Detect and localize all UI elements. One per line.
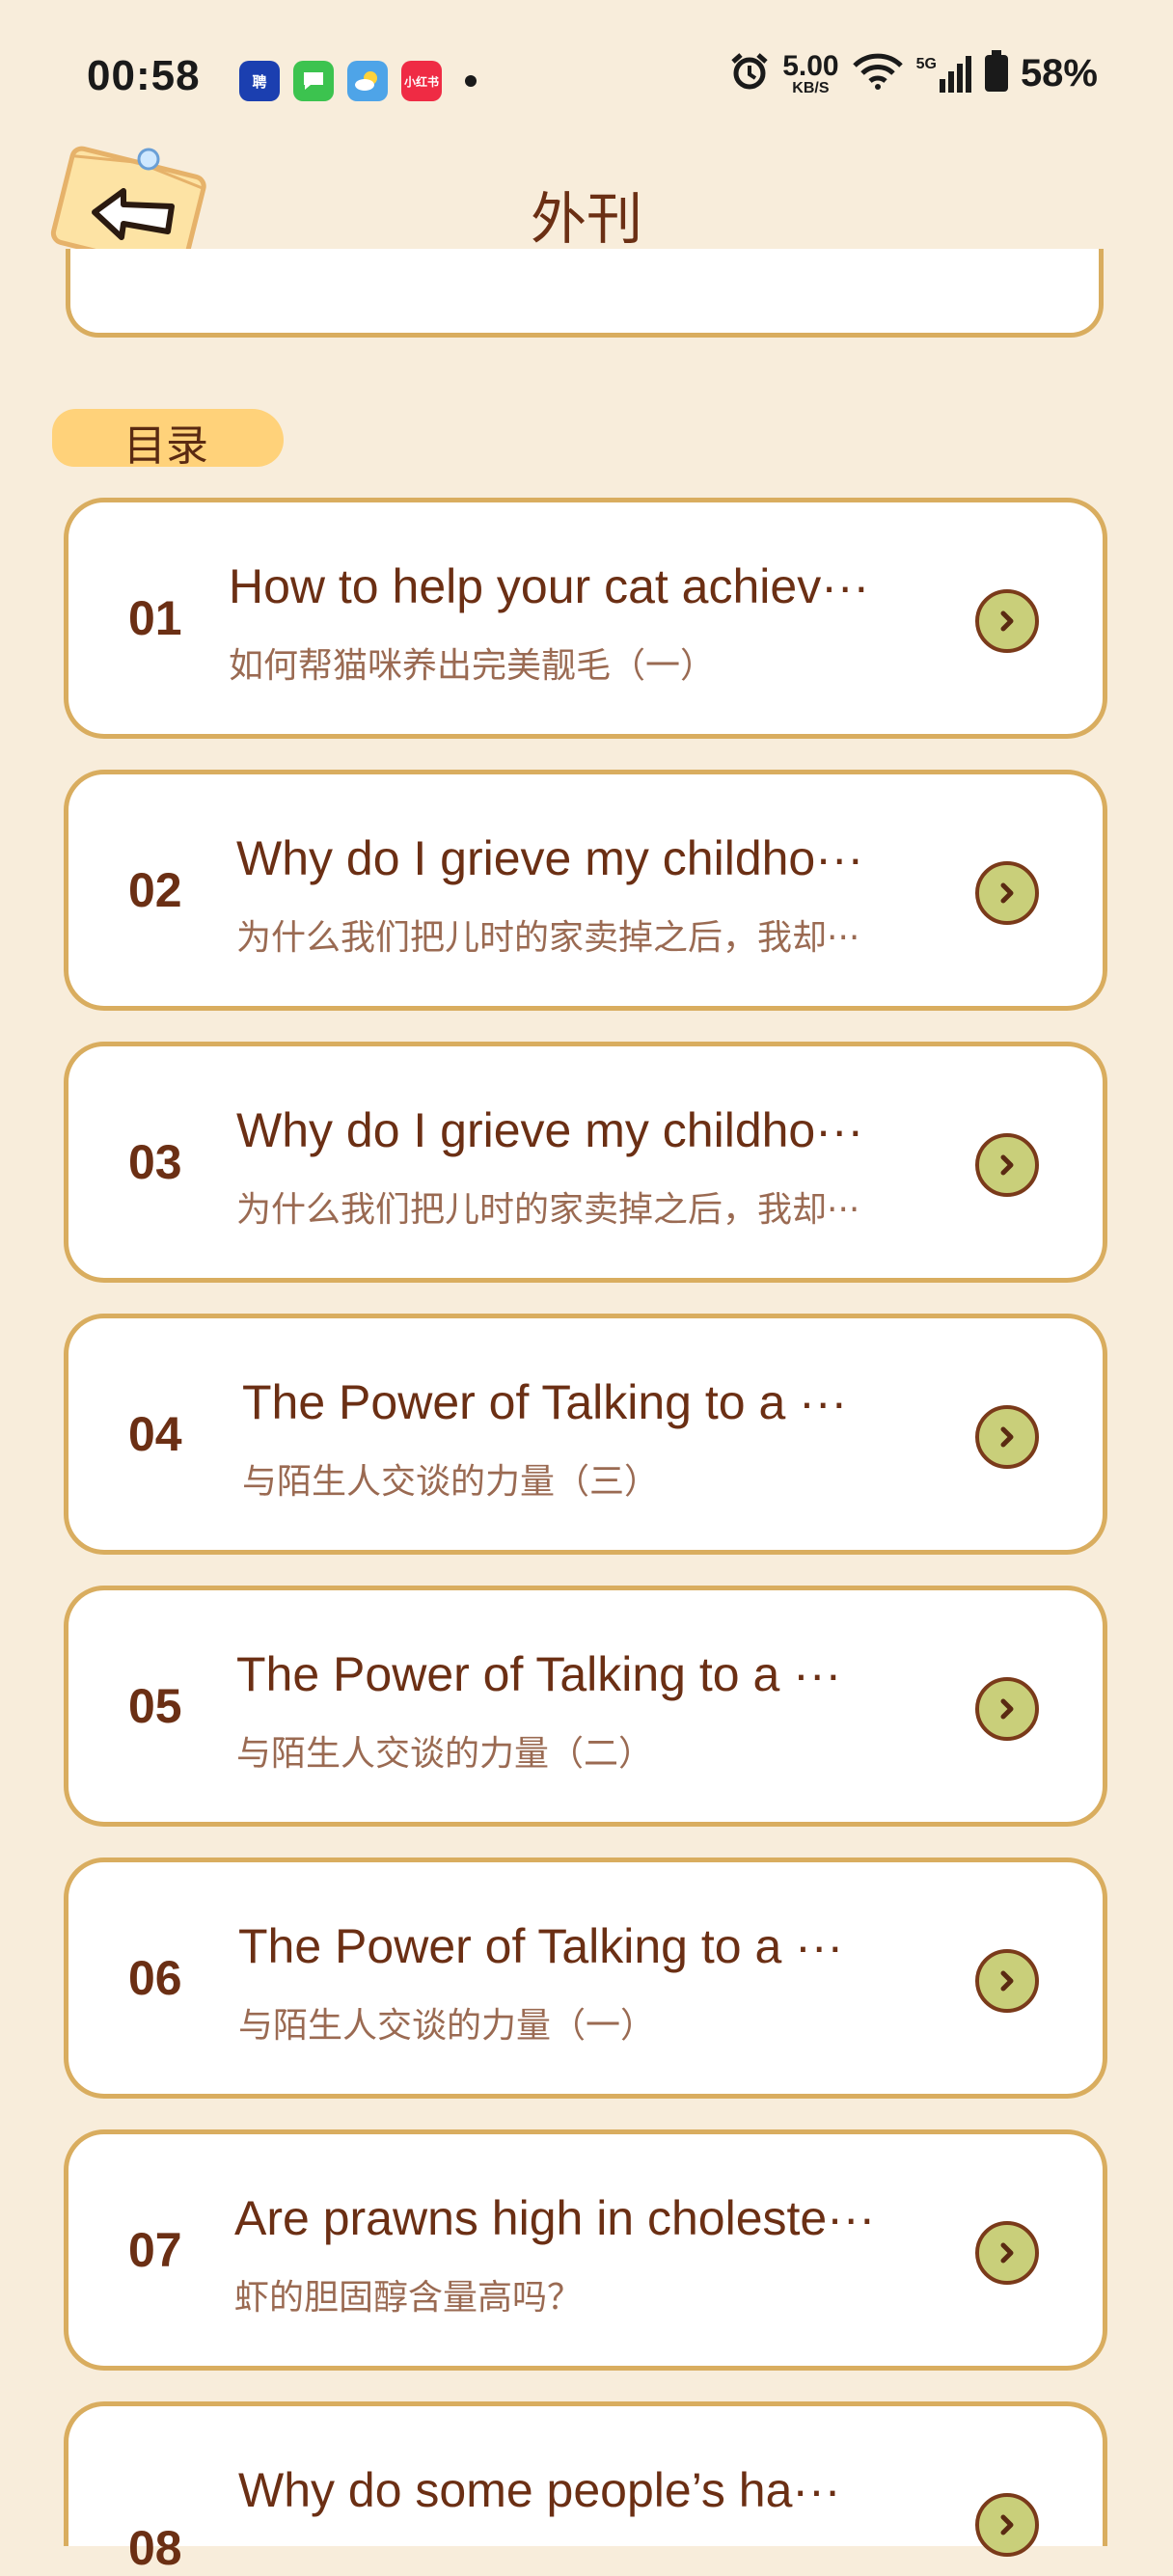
article-subtitle: 如何帮猫咪养出完美靓毛（一） bbox=[229, 646, 716, 686]
article-subtitle: 与陌生人交谈的力量（一） bbox=[238, 2006, 656, 2046]
weather-app-icon bbox=[347, 61, 388, 101]
article-number: 05 bbox=[128, 1679, 182, 1733]
clock: 00:58 bbox=[87, 52, 201, 99]
page-title: 外刊 bbox=[530, 186, 642, 252]
article-card[interactable]: 05 The Power of Talking to a ··· 与陌生人交谈的… bbox=[64, 1586, 1107, 1827]
chevron-right-icon bbox=[1000, 1698, 1014, 1720]
article-title: Are prawns high in choleste··· bbox=[234, 2191, 876, 2245]
zhipin-app-icon: 聘 bbox=[239, 61, 280, 101]
article-card[interactable]: 08 Why do some people’s ha··· bbox=[64, 2401, 1107, 2575]
chevron-right-icon bbox=[1000, 1426, 1014, 1448]
article-title: Why do some people’s ha··· bbox=[238, 2463, 841, 2517]
article-card[interactable]: 06 The Power of Talking to a ··· 与陌生人交谈的… bbox=[64, 1857, 1107, 2099]
article-card[interactable]: 03 Why do I grieve my childho··· 为什么我们把儿… bbox=[64, 1042, 1107, 1283]
article-title: The Power of Talking to a ··· bbox=[242, 1375, 848, 1429]
article-number: 06 bbox=[128, 1951, 182, 2005]
article-number: 08 bbox=[128, 2521, 182, 2575]
article-card[interactable]: 07 Are prawns high in choleste··· 虾的胆固醇含… bbox=[64, 2129, 1107, 2371]
messages-app-icon bbox=[293, 61, 334, 101]
open-article-button[interactable] bbox=[975, 589, 1039, 653]
system-indicators: 5.00 KB/S 5G 58% bbox=[728, 50, 1098, 97]
article-title: The Power of Talking to a ··· bbox=[238, 1919, 844, 1973]
article-number: 04 bbox=[128, 1407, 182, 1461]
network-speed: 5.00 KB/S bbox=[782, 49, 839, 96]
article-title: The Power of Talking to a ··· bbox=[236, 1647, 842, 1701]
chevron-right-icon bbox=[1000, 1154, 1014, 1176]
article-card[interactable]: 01 How to help your cat achiev··· 如何帮猫咪养… bbox=[64, 498, 1107, 739]
chevron-right-icon bbox=[1000, 2242, 1014, 2264]
previous-card-bottom-edge bbox=[66, 249, 1104, 338]
open-article-button[interactable] bbox=[975, 1405, 1039, 1469]
article-subtitle: 为什么我们把儿时的家卖掉之后，我却··· bbox=[236, 1190, 860, 1230]
open-article-button[interactable] bbox=[975, 861, 1039, 925]
alarm-icon bbox=[728, 50, 771, 97]
wifi-icon bbox=[851, 52, 905, 95]
open-article-button[interactable] bbox=[975, 1949, 1039, 2013]
open-article-button[interactable] bbox=[975, 2493, 1039, 2557]
notification-icons: 聘 小红书 bbox=[239, 61, 477, 101]
article-subtitle: 虾的胆固醇含量高吗？ bbox=[234, 2278, 583, 2318]
article-subtitle: 为什么我们把儿时的家卖掉之后，我却··· bbox=[236, 918, 860, 958]
more-notifications-dot bbox=[465, 75, 477, 87]
open-article-button[interactable] bbox=[975, 1133, 1039, 1197]
article-title: Why do I grieve my childho··· bbox=[236, 1103, 864, 1157]
xiaohongshu-app-icon: 小红书 bbox=[401, 61, 442, 101]
chevron-right-icon bbox=[1000, 610, 1014, 632]
article-number: 03 bbox=[128, 1135, 182, 1189]
article-title: Why do I grieve my childho··· bbox=[236, 831, 864, 885]
section-label: 目录 bbox=[123, 421, 208, 471]
open-article-button[interactable] bbox=[975, 2221, 1039, 2285]
article-number: 02 bbox=[128, 863, 182, 917]
battery-percentage: 58% bbox=[1020, 52, 1098, 95]
signal-icon: 5G bbox=[916, 55, 972, 93]
status-bar: 00:58 聘 小红书 5.00 KB/S 5G 58% bbox=[0, 0, 1173, 164]
article-subtitle: 与陌生人交谈的力量（三） bbox=[242, 1462, 660, 1502]
article-title: How to help your cat achiev··· bbox=[229, 559, 870, 613]
chevron-right-icon bbox=[1000, 2514, 1014, 2535]
article-number: 01 bbox=[128, 591, 182, 645]
chevron-right-icon bbox=[1000, 882, 1014, 904]
section-header: 目录 bbox=[52, 403, 284, 473]
article-card[interactable]: 04 The Power of Talking to a ··· 与陌生人交谈的… bbox=[64, 1314, 1107, 1555]
battery-icon bbox=[984, 50, 1009, 97]
article-subtitle: 与陌生人交谈的力量（二） bbox=[236, 1734, 654, 1774]
article-number: 07 bbox=[128, 2223, 182, 2277]
chevron-right-icon bbox=[1000, 1970, 1014, 1992]
open-article-button[interactable] bbox=[975, 1677, 1039, 1741]
article-card[interactable]: 02 Why do I grieve my childho··· 为什么我们把儿… bbox=[64, 770, 1107, 1011]
